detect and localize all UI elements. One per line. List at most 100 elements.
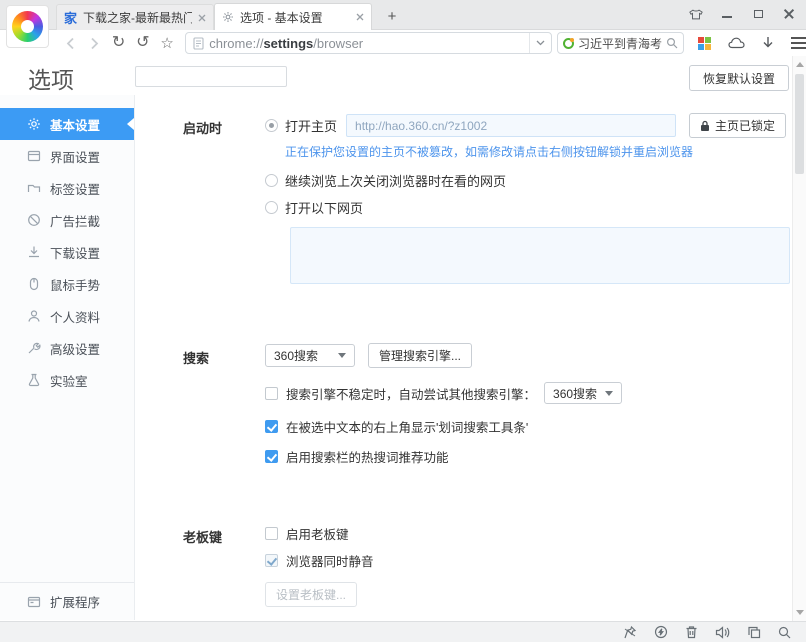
pin-sidebar-icon[interactable] [623,625,637,639]
tab-download-home[interactable]: 家 下载之家-最新最热门的绿色软 [56,4,214,30]
checkbox-fallback-engine[interactable] [265,386,278,400]
radio-continue-session[interactable] [265,174,278,187]
address-bar[interactable]: chrome://settings/browser [185,32,552,54]
startup-pages-textarea[interactable] [290,227,790,284]
clear-data-trash-icon[interactable] [685,625,698,639]
chevron-down-icon [338,352,346,358]
lock-icon [701,120,710,131]
tab-settings[interactable]: 选项 - 基本设置 [214,3,372,30]
chevron-down-icon [605,390,614,396]
checkbox-label[interactable]: 启用搜索栏的热搜词推荐功能 [286,447,449,466]
cloud-sync-icon[interactable] [728,37,745,49]
sidebar-item-mouse-gestures[interactable]: 鼠标手势 [0,268,134,300]
default-engine-select[interactable]: 360搜索 [265,343,355,367]
hamburger-menu-icon[interactable] [791,37,806,49]
tab-close-icon[interactable] [356,13,364,21]
settings-sidebar: 基本设置 界面设置 标签设置 广告拦截 下载设置 鼠标手势 个人资料 高级设置 … [0,95,135,620]
checkbox-label[interactable]: 浏览器同时静音 [286,551,374,570]
checkbox-label[interactable]: 启用老板键 [286,524,349,543]
extensions-icon [27,596,41,607]
tab-strip: 家 下载之家-最新最热门的绿色软 选项 - 基本设置 + [0,0,806,30]
sidebar-item-download-settings[interactable]: 下载设置 [0,236,134,268]
homepage-url-input[interactable] [346,114,677,137]
checkbox-mute-browser[interactable] [265,554,278,567]
wrench-icon [28,342,41,354]
section-label-startup: 启动时 [183,121,223,136]
radio-open-pages[interactable] [265,201,278,214]
navigation-toolbar: ↻ ↺ ☆ chrome://settings/browser 习近平到青海考 [0,30,806,56]
tab-title: 下载之家-最新最热门的绿色软 [83,11,192,25]
scrollbar-thumb[interactable] [795,74,804,174]
zoom-magnifier-icon[interactable] [778,626,791,639]
tab1-favicon: 家 [64,11,78,26]
status-bar [0,621,806,642]
fallback-engine-select[interactable]: 360搜索 [544,382,623,404]
url-text: chrome://settings/browser [209,35,364,51]
back-button[interactable] [58,32,82,54]
set-bosskey-button[interactable]: 设置老板键... [265,582,358,607]
forward-button[interactable] [82,32,106,54]
block-circle-icon [28,214,40,226]
tab-icon [27,184,41,192]
homepage-protect-note: 正在保护您设置的主页不被篡改，如需修改请点击右侧按钮解锁并重启浏览器 [285,145,694,159]
sidebar-item-tab-settings[interactable]: 标签设置 [0,172,134,204]
pinwheel-logo-icon [12,11,43,42]
manage-engines-button[interactable]: 管理搜索引擎... [368,342,473,368]
magnifier-icon[interactable] [666,37,678,49]
settings-page-header: 选项 恢复默认设置 [0,56,792,95]
restore-defaults-button[interactable]: 恢复默认设置 [688,65,789,91]
radio-label[interactable]: 打开主页 [285,116,337,135]
checkbox-hotwords[interactable] [265,449,278,463]
window-icon [27,150,41,162]
sidebar-item-lab[interactable]: 实验室 [0,364,134,396]
volume-icon[interactable] [715,625,730,639]
minimize-button[interactable] [720,7,734,21]
radio-open-homepage[interactable] [265,119,278,132]
download-icon [29,246,39,258]
radio-label[interactable]: 继续浏览上次关闭浏览器时在看的网页 [285,171,506,190]
gear-icon [222,11,234,23]
download-manager-icon[interactable] [762,36,774,50]
tab-close-icon[interactable] [198,14,206,22]
refresh-button[interactable]: ↻ [107,32,131,54]
sidebar-item-ad-block[interactable]: 广告拦截 [0,204,134,236]
search-query-text[interactable]: 习近平到青海考 [578,35,662,52]
close-button[interactable] [782,7,796,21]
person-icon [28,310,40,322]
sidebar-item-advanced-settings[interactable]: 高级设置 [0,332,134,364]
maximize-button[interactable] [751,7,765,21]
checkbox-label[interactable]: 在被选中文本的右上角显示'划词搜索工具条' [286,417,528,436]
search-box[interactable]: 习近平到青海考 [556,32,684,54]
checkbox-selection-toolbar[interactable] [265,419,278,433]
tab-title: 选项 - 基本设置 [240,10,323,25]
browser-logo[interactable] [6,5,49,48]
windows-arrange-icon[interactable] [747,626,761,639]
undo-closed-tab-button[interactable]: ↺ [131,32,155,54]
new-tab-button[interactable]: + [378,6,406,26]
url-dropdown-button[interactable] [528,33,551,53]
apps-grid-icon[interactable] [698,36,711,50]
favorite-star-icon[interactable]: ☆ [155,32,179,54]
360-search-icon [562,37,574,49]
gear-icon [28,118,40,130]
radio-label[interactable]: 打开以下网页 [285,198,363,217]
scroll-down-icon[interactable] [796,610,804,615]
sidebar-item-profile[interactable]: 个人资料 [0,300,134,332]
flask-icon [28,373,40,387]
settings-search-input[interactable] [135,66,287,87]
sidebar-item-basic-settings[interactable]: 基本设置 [0,108,134,140]
homepage-locked-button[interactable]: 主页已锁定 [689,113,787,138]
page-icon [193,36,204,50]
checkbox-label[interactable]: 搜索引擎不稳定时，自动尝试其他搜索引擎： [286,384,536,403]
sidebar-item-extensions[interactable]: 扩展程序 [0,583,134,620]
settings-content: 启动时 打开主页 主页已锁定 正在保护您设置的主页不被篡改，如需修改请点击右侧按… [136,95,792,620]
section-label-bosskey: 老板键 [183,530,223,545]
boost-icon[interactable] [654,625,668,639]
scroll-up-icon[interactable] [796,62,804,67]
vertical-scrollbar[interactable] [792,56,806,621]
mouse-icon [29,277,39,291]
checkbox-enable-bosskey[interactable] [265,527,278,540]
skin-shirt-icon[interactable] [689,7,703,21]
sidebar-item-interface-settings[interactable]: 界面设置 [0,140,134,172]
page-title: 选项 [28,67,74,93]
